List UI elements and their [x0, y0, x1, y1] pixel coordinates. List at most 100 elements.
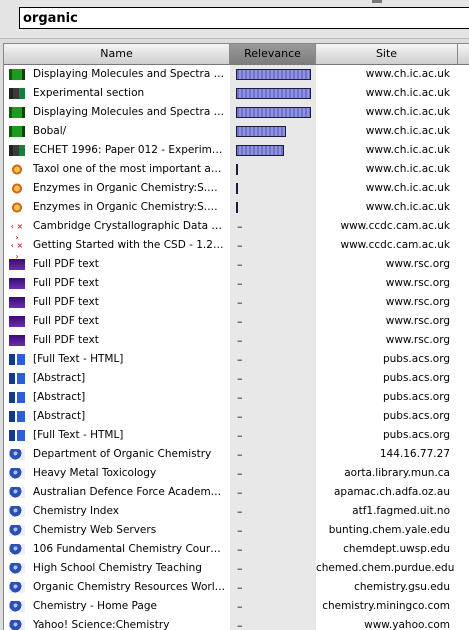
- column-header-relevance[interactable]: Relevance: [230, 44, 316, 64]
- result-row[interactable]: Experimental section www.ch.ic.ac.uk: [4, 84, 469, 103]
- result-name[interactable]: Full PDF text: [33, 293, 226, 312]
- result-site: pubs.acs.org: [382, 391, 450, 403]
- result-site: pubs.acs.org: [382, 410, 450, 422]
- result-row[interactable]: Yahoo! Science:Chemistry – www.yahoo.com: [4, 616, 469, 630]
- result-name[interactable]: [Abstract]: [33, 369, 226, 388]
- result-name[interactable]: Displaying Molecules and Spectra Fo...: [33, 65, 226, 84]
- relevance-dash: –: [237, 581, 243, 594]
- results-list[interactable]: Name Relevance Site Displaying Molecules…: [3, 43, 469, 630]
- result-site: chemed.chem.purdue.edu: [316, 562, 455, 574]
- science-icon: [9, 69, 25, 80]
- result-site: pubs.acs.org: [382, 429, 450, 441]
- result-site: www.rsc.org: [385, 334, 450, 346]
- result-name[interactable]: Chemistry - Home Page: [33, 597, 226, 616]
- science-icon: [9, 107, 25, 118]
- result-row[interactable]: Australian Defence Force Academy: S... – a…: [4, 483, 469, 502]
- result-name[interactable]: Full PDF text: [33, 312, 226, 331]
- column-header-site[interactable]: Site: [316, 44, 458, 64]
- column-header-row: Name Relevance Site: [4, 44, 469, 65]
- result-row[interactable]: [Abstract] – pubs.acs.org: [4, 407, 469, 426]
- result-row[interactable]: Full PDF text – www.rsc.org: [4, 312, 469, 331]
- acs-icon: [9, 430, 25, 441]
- result-row[interactable]: Full PDF text – www.rsc.org: [4, 274, 469, 293]
- result-row[interactable]: ‹ × › Cambridge Crystallographic Data Cen…: [4, 217, 469, 242]
- result-row[interactable]: Enzymes in Organic Chemistry:S.M.R... www…: [4, 198, 469, 217]
- result-name[interactable]: Department of Organic Chemistry: [33, 445, 226, 464]
- result-name[interactable]: Full PDF text: [33, 331, 226, 350]
- result-site: www.ch.ic.ac.uk: [365, 201, 450, 213]
- result-name[interactable]: Cambridge Crystallographic Data Cen...: [33, 217, 226, 236]
- globe-icon: [9, 544, 25, 555]
- result-name[interactable]: Enzymes in Organic Chemistry:S.M.R...: [33, 179, 226, 198]
- result-name[interactable]: Taxol one of the most important anti ...: [33, 160, 226, 179]
- result-name[interactable]: [Abstract]: [33, 407, 226, 426]
- result-site: aorta.library.mun.ca: [344, 467, 450, 479]
- result-name[interactable]: Displaying Molecules and Spectra Fo...: [33, 103, 226, 122]
- globe-icon: [9, 468, 25, 479]
- rsc-icon: [9, 259, 25, 270]
- result-name[interactable]: Organic Chemistry Resources World...: [33, 578, 226, 597]
- result-name[interactable]: Full PDF text: [33, 274, 226, 293]
- result-site: 144.16.77.27: [379, 448, 450, 460]
- result-row[interactable]: ECHET 1996: Paper 012 - Experime... www.c…: [4, 141, 469, 160]
- flower-icon: [9, 164, 25, 175]
- result-name[interactable]: Australian Defence Force Academy: S...: [33, 483, 226, 502]
- result-site: pubs.acs.org: [382, 372, 450, 384]
- result-row[interactable]: [Full Text - HTML] – pubs.acs.org: [4, 426, 469, 445]
- result-row[interactable]: Heavy Metal Toxicology – aorta.library.mun…: [4, 464, 469, 483]
- ccdc-icon: ‹ × ›: [10, 241, 24, 261]
- result-row[interactable]: Bobal/www.ch.ic.ac.uk: [4, 122, 469, 141]
- result-row[interactable]: Enzymes in Organic Chemistry:S.M.R... www…: [4, 179, 469, 198]
- result-site: www.ch.ic.ac.uk: [365, 125, 450, 137]
- result-site: www.ch.ic.ac.uk: [365, 68, 450, 80]
- result-row[interactable]: [Full Text - HTML] – pubs.acs.org: [4, 350, 469, 369]
- globe-icon: [9, 563, 25, 574]
- result-row[interactable]: Displaying Molecules and Spectra Fo... ww…: [4, 65, 469, 84]
- result-row[interactable]: Full PDF text – www.rsc.org: [4, 293, 469, 312]
- globe-icon: [9, 449, 25, 460]
- column-header-name[interactable]: Name: [4, 44, 230, 64]
- relevance-dash: –: [237, 296, 243, 309]
- result-row[interactable]: [Abstract] – pubs.acs.org: [4, 388, 469, 407]
- result-name[interactable]: High School Chemistry Teaching: [33, 559, 226, 578]
- relevance-dash: –: [237, 391, 243, 404]
- relevance-dash: –: [237, 277, 243, 290]
- result-name[interactable]: Getting Started with the CSD - 1.2 In...: [33, 236, 226, 255]
- result-name[interactable]: [Full Text - HTML]: [33, 426, 226, 445]
- result-name[interactable]: Chemistry Web Servers: [33, 521, 226, 540]
- result-name[interactable]: Heavy Metal Toxicology: [33, 464, 226, 483]
- result-row[interactable]: Chemistry - Home Page – chemistry.miningco…: [4, 597, 469, 616]
- relevance-bar: [236, 145, 284, 156]
- result-row[interactable]: Full PDF text – www.rsc.org: [4, 331, 469, 350]
- relevance-bar: [236, 183, 238, 194]
- result-site: www.ccdc.cam.ac.uk: [340, 220, 450, 232]
- result-name[interactable]: Bobal/: [33, 122, 226, 141]
- result-row[interactable]: Chemistry Web Servers – bunting.chem.yale.…: [4, 521, 469, 540]
- result-name[interactable]: [Full Text - HTML]: [33, 350, 226, 369]
- result-site: www.ch.ic.ac.uk: [365, 144, 450, 156]
- result-name[interactable]: [Abstract]: [33, 388, 226, 407]
- search-input[interactable]: [19, 7, 469, 29]
- window-edge-marker: [372, 0, 382, 3]
- result-site: www.rsc.org: [385, 277, 450, 289]
- result-row[interactable]: Chemistry Index – atf1.fagmed.uit.no: [4, 502, 469, 521]
- result-name[interactable]: Experimental section: [33, 84, 226, 103]
- result-row[interactable]: Department of Organic Chemistry – 144.16.7…: [4, 445, 469, 464]
- result-name[interactable]: ECHET 1996: Paper 012 - Experime...: [33, 141, 226, 160]
- column-header-spacer: [458, 44, 469, 64]
- result-row[interactable]: Organic Chemistry Resources World... – che…: [4, 578, 469, 597]
- result-row[interactable]: High School Chemistry Teaching – chemed.ch…: [4, 559, 469, 578]
- result-site: chemistry.miningco.com: [322, 600, 450, 612]
- acs-icon: [9, 411, 25, 422]
- result-name[interactable]: Chemistry Index: [33, 502, 226, 521]
- result-name[interactable]: Yahoo! Science:Chemistry: [33, 616, 226, 630]
- result-row[interactable]: ‹ × › Getting Started with the CSD - 1.2 …: [4, 236, 469, 261]
- result-name[interactable]: 106 Fundamental Chemistry Course ...: [33, 540, 226, 559]
- result-row[interactable]: 106 Fundamental Chemistry Course ... – che…: [4, 540, 469, 559]
- result-row[interactable]: Displaying Molecules and Spectra Fo... ww…: [4, 103, 469, 122]
- result-row[interactable]: [Abstract] – pubs.acs.org: [4, 369, 469, 388]
- result-row[interactable]: Taxol one of the most important anti ...…: [4, 160, 469, 179]
- result-row[interactable]: Full PDF text – www.rsc.org: [4, 255, 469, 274]
- result-name[interactable]: Enzymes in Organic Chemistry:S.M.R...: [33, 198, 226, 217]
- result-name[interactable]: Full PDF text: [33, 255, 226, 274]
